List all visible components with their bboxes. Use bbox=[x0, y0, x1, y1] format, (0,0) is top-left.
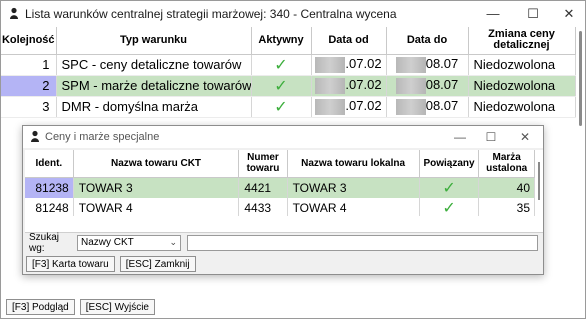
scrollbar-thumb[interactable] bbox=[579, 31, 582, 126]
ident-cell: 81238 bbox=[25, 177, 74, 198]
table-row[interactable]: 3 DMR - domyślna marża ✓ .07.02 08.07 Ni… bbox=[1, 96, 576, 118]
order-cell: 2 bbox=[1, 75, 57, 97]
scrollbar-thumb[interactable] bbox=[538, 162, 540, 200]
dialog-titlebar: Ceny i marże specjalne — ☐ ✕ bbox=[23, 126, 543, 148]
search-label: Szukaj wg: bbox=[29, 231, 60, 254]
check-icon: ✓ bbox=[274, 77, 288, 95]
item-card-button[interactable]: [F3] Karta towaru bbox=[26, 256, 115, 272]
date-from-text: .07.02 bbox=[345, 98, 382, 114]
main-titlebar: Lista warunków centralnej strategii marż… bbox=[1, 1, 585, 26]
table-row[interactable]: 81248 TOWAR 4 4433 TOWAR 4 ✓ 35 bbox=[25, 197, 535, 218]
date-from-cell: .07.02 bbox=[311, 96, 387, 118]
col-header[interactable]: Data od bbox=[311, 27, 387, 55]
col-header[interactable]: Aktywny bbox=[251, 27, 312, 55]
close-icon[interactable]: ✕ bbox=[552, 1, 586, 26]
active-check-icon: ✓ bbox=[251, 96, 312, 118]
col-header[interactable]: Typ warunku bbox=[56, 27, 252, 55]
main-button-bar: [F3] Podgląd [ESC] Wyjście bbox=[6, 299, 155, 315]
linked-cell: ✓ bbox=[419, 197, 480, 218]
number-cell: 4421 bbox=[238, 177, 288, 198]
date-from-text: .07.02 bbox=[345, 77, 382, 93]
vertical-scrollbar[interactable] bbox=[535, 150, 543, 232]
close-button[interactable]: [ESC] Zamknij bbox=[119, 256, 196, 272]
date-to-text: 08.07 bbox=[425, 77, 459, 93]
table-empty-area bbox=[25, 216, 535, 232]
table-row-selected[interactable]: 2 SPM - marże detaliczne towarów ✓ .07.0… bbox=[1, 75, 576, 97]
dialog-button-bar: [F3] Karta towaru [ESC] Zamknij bbox=[26, 256, 196, 272]
date-from-cell: .07.02 bbox=[311, 54, 387, 76]
col-header[interactable]: Zmiana ceny detalicznej bbox=[468, 27, 576, 55]
name-ckt-cell: TOWAR 4 bbox=[73, 197, 240, 218]
table-header: Kolejność Typ warunku Aktywny Data od Da… bbox=[1, 27, 576, 55]
table-header: Ident. Nazwa towaru CKT Numer towaru Naz… bbox=[25, 150, 535, 178]
name-local-cell: TOWAR 3 bbox=[287, 177, 420, 198]
number-cell: 4433 bbox=[238, 197, 288, 218]
search-input[interactable] bbox=[187, 234, 538, 251]
special-prices-dialog: Ceny i marże specjalne — ☐ ✕ Ident. Nazw… bbox=[22, 125, 544, 275]
check-icon: ✓ bbox=[274, 56, 288, 74]
redacted-block bbox=[315, 77, 346, 94]
close-icon[interactable]: ✕ bbox=[508, 126, 542, 148]
chevron-down-icon: ⌄ bbox=[169, 236, 177, 247]
search-row: Szukaj wg: Nazwy CKT ⌄ bbox=[25, 231, 543, 254]
date-to-cell: 08.07 bbox=[386, 96, 469, 118]
name-ckt-cell: TOWAR 3 bbox=[73, 177, 240, 198]
name-local-cell: TOWAR 4 bbox=[287, 197, 420, 218]
redacted-block bbox=[315, 98, 346, 115]
date-to-text: 08.07 bbox=[425, 98, 459, 114]
table-row-selected[interactable]: 81238 TOWAR 3 4421 TOWAR 3 ✓ 40 bbox=[25, 177, 535, 198]
change-cell: Niedozwolona bbox=[468, 54, 576, 76]
order-cell: 3 bbox=[1, 96, 57, 118]
check-icon: ✓ bbox=[442, 179, 456, 197]
check-icon: ✓ bbox=[274, 98, 288, 116]
check-icon: ✓ bbox=[442, 199, 456, 217]
col-header[interactable]: Marża ustalona bbox=[478, 150, 535, 178]
active-check-icon: ✓ bbox=[251, 75, 312, 97]
items-table: Ident. Nazwa towaru CKT Numer towaru Naz… bbox=[25, 150, 535, 218]
dialog-title: Ceny i marże specjalne bbox=[45, 131, 160, 143]
vertical-scrollbar[interactable] bbox=[576, 27, 586, 297]
col-header[interactable]: Numer towaru bbox=[238, 150, 288, 178]
date-to-cell: 08.07 bbox=[386, 75, 469, 97]
linked-cell: ✓ bbox=[419, 177, 480, 198]
col-header[interactable]: Nazwa towaru CKT bbox=[73, 150, 240, 178]
table-row[interactable]: 1 SPC - ceny detaliczne towarów ✓ .07.02… bbox=[1, 54, 576, 76]
active-check-icon: ✓ bbox=[251, 54, 312, 76]
type-cell: SPM - marże detaliczne towarów bbox=[56, 75, 252, 97]
col-header[interactable]: Kolejność bbox=[1, 27, 57, 55]
change-cell: Niedozwolona bbox=[468, 75, 576, 97]
ident-cell: 81248 bbox=[25, 197, 74, 218]
search-by-value: Nazwy CKT bbox=[81, 237, 134, 248]
exit-button[interactable]: [ESC] Wyjście bbox=[79, 299, 155, 315]
conditions-table: Kolejność Typ warunku Aktywny Data od Da… bbox=[1, 27, 576, 118]
date-to-cell: 08.07 bbox=[386, 54, 469, 76]
col-header[interactable]: Ident. bbox=[25, 150, 74, 178]
app-icon bbox=[10, 7, 18, 19]
redacted-block bbox=[395, 98, 426, 115]
date-to-text: 08.07 bbox=[425, 56, 459, 72]
minimize-icon[interactable]: — bbox=[443, 126, 477, 148]
redacted-block bbox=[395, 56, 426, 73]
margin-cell: 40 bbox=[478, 177, 535, 198]
preview-button[interactable]: [F3] Podgląd bbox=[6, 299, 75, 315]
minimize-icon[interactable]: — bbox=[476, 1, 510, 26]
type-cell: DMR - domyślna marża bbox=[56, 96, 252, 118]
date-from-text: .07.02 bbox=[345, 56, 382, 72]
maximize-icon[interactable]: ☐ bbox=[516, 1, 550, 26]
change-cell: Niedozwolona bbox=[468, 96, 576, 118]
col-header[interactable]: Nazwa towaru lokalna bbox=[287, 150, 420, 178]
search-by-select[interactable]: Nazwy CKT ⌄ bbox=[77, 234, 181, 251]
window-title: Lista warunków centralnej strategii marż… bbox=[25, 7, 397, 21]
date-from-cell: .07.02 bbox=[311, 75, 387, 97]
maximize-icon[interactable]: ☐ bbox=[474, 126, 508, 148]
redacted-block bbox=[395, 77, 426, 94]
col-header[interactable]: Data do bbox=[386, 27, 469, 55]
col-header[interactable]: Powiązany bbox=[419, 150, 480, 178]
order-cell: 1 bbox=[1, 54, 57, 76]
app-icon bbox=[31, 130, 39, 142]
redacted-block bbox=[315, 56, 346, 73]
margin-cell: 35 bbox=[478, 197, 535, 218]
type-cell: SPC - ceny detaliczne towarów bbox=[56, 54, 252, 76]
